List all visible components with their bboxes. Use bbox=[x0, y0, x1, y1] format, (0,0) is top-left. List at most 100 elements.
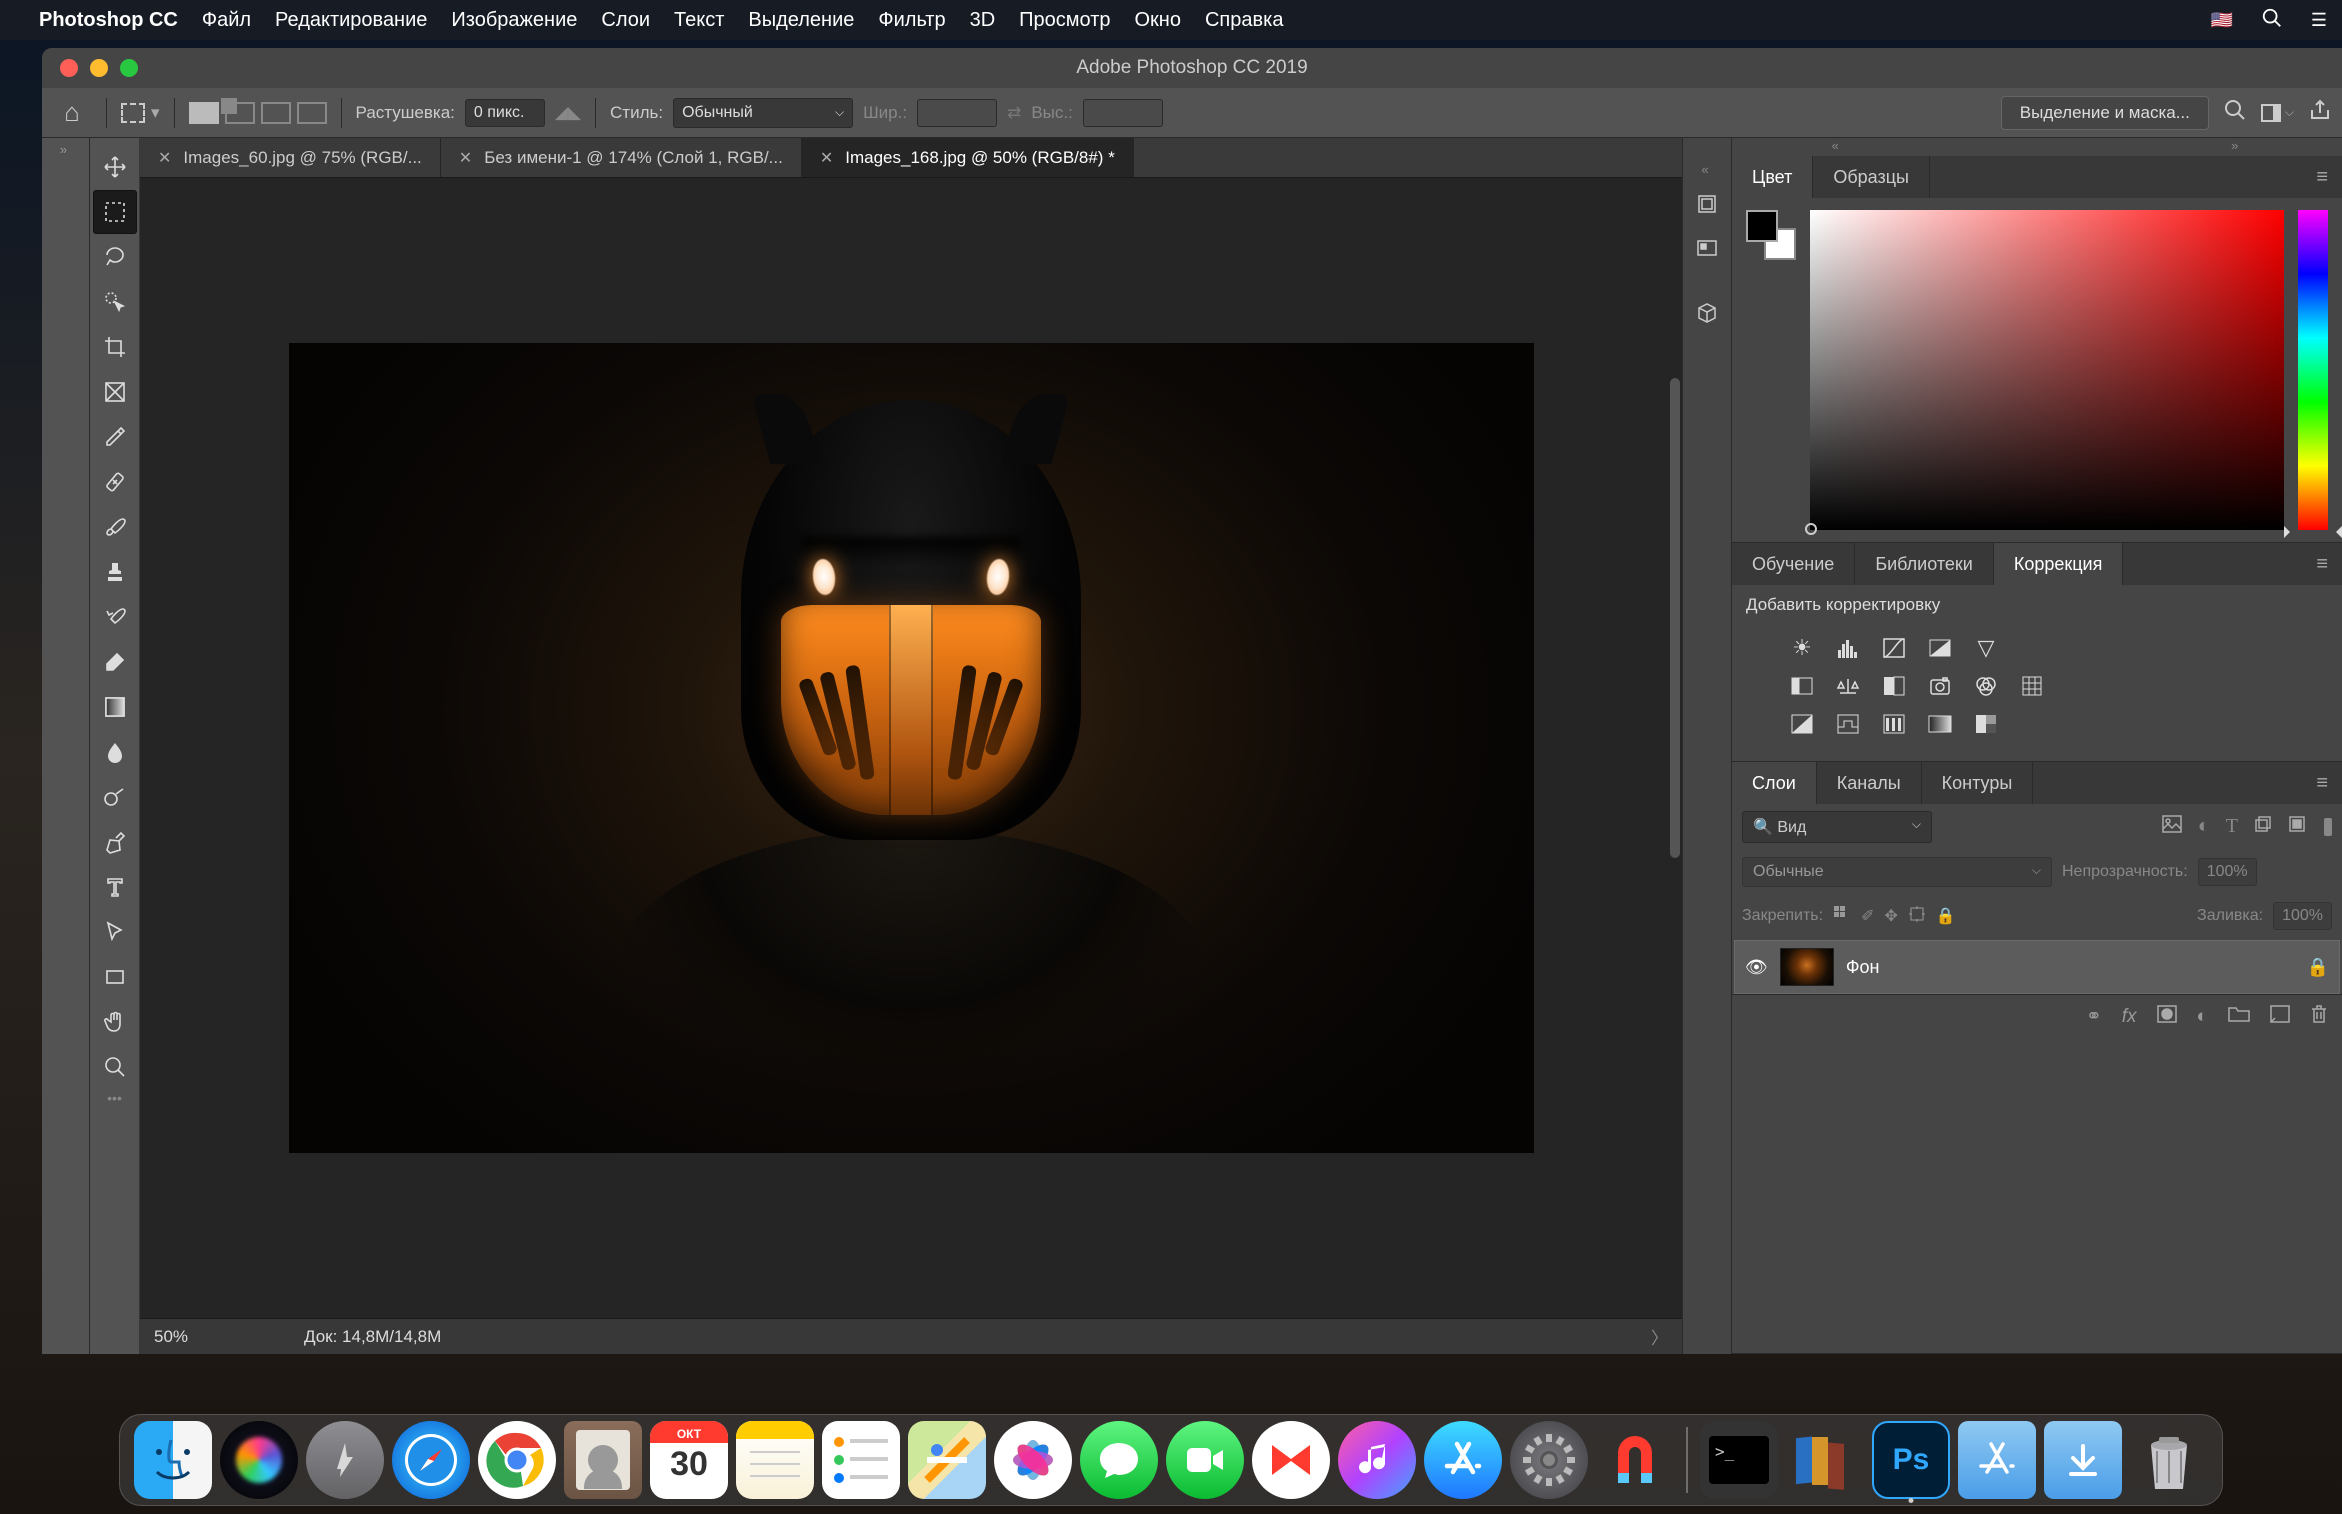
libraries-panel-icon[interactable] bbox=[1683, 290, 1731, 334]
filter-shape-icon[interactable] bbox=[2254, 815, 2272, 839]
filter-smart-icon[interactable] bbox=[2288, 815, 2306, 839]
new-layer-icon[interactable] bbox=[2270, 1005, 2290, 1029]
brightness-icon[interactable]: ☀ bbox=[1788, 635, 1816, 661]
color-tab[interactable]: Цвет bbox=[1732, 156, 1813, 198]
eyedropper-tool[interactable] bbox=[93, 415, 137, 459]
layer-visibility-icon[interactable]: 👁 bbox=[1745, 957, 1768, 978]
lock-pixels-icon[interactable] bbox=[1833, 905, 1851, 928]
tool-extras[interactable]: ••• bbox=[90, 1090, 139, 1110]
news-icon[interactable] bbox=[1252, 1421, 1330, 1499]
frame-tool[interactable] bbox=[93, 370, 137, 414]
layer-mask-icon[interactable] bbox=[2157, 1005, 2177, 1029]
menu-3d[interactable]: 3D bbox=[970, 9, 996, 32]
history-brush-tool[interactable] bbox=[93, 595, 137, 639]
pen-tool[interactable] bbox=[93, 820, 137, 864]
filter-image-icon[interactable] bbox=[2162, 815, 2182, 839]
finder-icon[interactable] bbox=[134, 1421, 212, 1499]
lasso-tool[interactable] bbox=[93, 235, 137, 279]
posterize-icon[interactable] bbox=[1834, 711, 1862, 737]
lock-all-icon[interactable]: 🔒 bbox=[1936, 906, 1956, 926]
layer-thumbnail[interactable] bbox=[1780, 948, 1834, 986]
calendar-icon[interactable]: ОКТ 30 bbox=[650, 1421, 728, 1499]
statusbar-more-icon[interactable]: 〉 bbox=[1651, 1324, 1668, 1349]
layer-filter-type[interactable]: 🔍 Вид⌵ bbox=[1742, 811, 1932, 843]
lock-artboard-icon[interactable] bbox=[1908, 905, 1926, 928]
levels-icon[interactable] bbox=[1834, 635, 1862, 661]
new-selection-icon[interactable] bbox=[189, 102, 219, 124]
menu-file[interactable]: Файл bbox=[202, 9, 251, 32]
share-icon[interactable] bbox=[2308, 98, 2332, 127]
type-tool[interactable] bbox=[93, 865, 137, 909]
panel-menu-icon[interactable]: ≡ bbox=[2302, 156, 2342, 198]
antialias-icon[interactable]: ◢◣ bbox=[555, 103, 581, 123]
intersect-selection-icon[interactable] bbox=[297, 102, 327, 124]
gradient-map-icon[interactable] bbox=[1926, 711, 1954, 737]
facetime-icon[interactable] bbox=[1166, 1421, 1244, 1499]
vibrance-icon[interactable]: ▽ bbox=[1972, 635, 2000, 661]
delete-layer-icon[interactable] bbox=[2310, 1004, 2328, 1030]
channel-mixer-icon[interactable] bbox=[1972, 673, 2000, 699]
stamp-tool[interactable] bbox=[93, 550, 137, 594]
terminal-icon[interactable]: >_ bbox=[1700, 1421, 1778, 1499]
notes-icon[interactable] bbox=[736, 1421, 814, 1499]
contacts-icon[interactable] bbox=[564, 1421, 642, 1499]
color-lookup-icon[interactable] bbox=[2018, 673, 2046, 699]
downloads-icon[interactable] bbox=[2044, 1421, 2122, 1499]
filter-toggle[interactable] bbox=[2324, 818, 2332, 836]
layer-row[interactable]: 👁 Фон 🔒 bbox=[1734, 940, 2340, 994]
itunes-icon[interactable] bbox=[1338, 1421, 1416, 1499]
brush-tool[interactable] bbox=[93, 505, 137, 549]
hue-slider[interactable] bbox=[2298, 210, 2328, 530]
document-tab[interactable]: ✕Images_168.jpg @ 50% (RGB/8#) * bbox=[802, 138, 1134, 177]
window-close-button[interactable] bbox=[60, 59, 78, 77]
threshold-icon[interactable] bbox=[1880, 711, 1908, 737]
reminders-icon[interactable] bbox=[822, 1421, 900, 1499]
photoshop-icon[interactable]: Ps bbox=[1872, 1421, 1950, 1499]
spotlight-icon[interactable] bbox=[2261, 7, 2283, 34]
filter-adjust-icon[interactable]: ◐ bbox=[2198, 815, 2210, 839]
close-tab-icon[interactable]: ✕ bbox=[820, 148, 833, 168]
dodge-tool[interactable] bbox=[93, 775, 137, 819]
move-tool[interactable] bbox=[93, 145, 137, 189]
fg-bg-swatch[interactable] bbox=[1746, 210, 1796, 260]
chrome-icon[interactable] bbox=[478, 1421, 556, 1499]
window-minimize-button[interactable] bbox=[90, 59, 108, 77]
fill-value[interactable]: 100% bbox=[2273, 902, 2332, 930]
panel-menu-icon[interactable]: ≡ bbox=[2302, 762, 2342, 804]
photo-filter-icon[interactable] bbox=[1926, 673, 1954, 699]
style-select[interactable]: Обычный⌵ bbox=[673, 98, 853, 128]
close-tab-icon[interactable]: ✕ bbox=[158, 148, 171, 168]
panel-menu-icon[interactable]: ≡ bbox=[2302, 543, 2342, 585]
color-balance-icon[interactable] bbox=[1834, 673, 1862, 699]
channels-tab[interactable]: Каналы bbox=[1817, 762, 1922, 804]
applications-folder-icon[interactable] bbox=[1958, 1421, 2036, 1499]
swatches-tab[interactable]: Образцы bbox=[1813, 156, 1930, 198]
adjustments-tab[interactable]: Коррекция bbox=[1994, 543, 2124, 585]
blend-mode-select[interactable]: Обычные⌵ bbox=[1742, 857, 2052, 887]
photos-icon[interactable] bbox=[994, 1421, 1072, 1499]
foreground-color[interactable] bbox=[1746, 210, 1778, 242]
menu-window[interactable]: Окно bbox=[1135, 9, 1181, 32]
layer-name[interactable]: Фон bbox=[1846, 957, 1880, 978]
rectangle-tool[interactable] bbox=[93, 955, 137, 999]
layer-lock-icon[interactable]: 🔒 bbox=[2307, 957, 2329, 978]
menu-text[interactable]: Текст bbox=[674, 9, 724, 32]
invert-icon[interactable] bbox=[1788, 711, 1816, 737]
search-icon[interactable] bbox=[2223, 98, 2247, 127]
new-adjustment-icon[interactable]: ◐ bbox=[2197, 1006, 2208, 1028]
books-icon[interactable] bbox=[1786, 1421, 1864, 1499]
feather-input[interactable] bbox=[465, 99, 545, 127]
menu-view[interactable]: Просмотр bbox=[1019, 9, 1110, 32]
trash-icon[interactable] bbox=[2130, 1421, 2208, 1499]
paths-tab[interactable]: Контуры bbox=[1922, 762, 2034, 804]
opacity-value[interactable]: 100% bbox=[2198, 858, 2257, 886]
siri-icon[interactable] bbox=[220, 1421, 298, 1499]
eraser-tool[interactable] bbox=[93, 640, 137, 684]
crop-tool[interactable] bbox=[93, 325, 137, 369]
control-center-icon[interactable]: ☰ bbox=[2311, 10, 2327, 31]
zoom-level[interactable]: 50% bbox=[154, 1327, 244, 1347]
appstore-icon[interactable] bbox=[1424, 1421, 1502, 1499]
menu-select[interactable]: Выделение bbox=[748, 9, 854, 32]
document-tab[interactable]: ✕Images_60.jpg @ 75% (RGB/... bbox=[140, 138, 441, 177]
zoom-tool[interactable] bbox=[93, 1045, 137, 1089]
